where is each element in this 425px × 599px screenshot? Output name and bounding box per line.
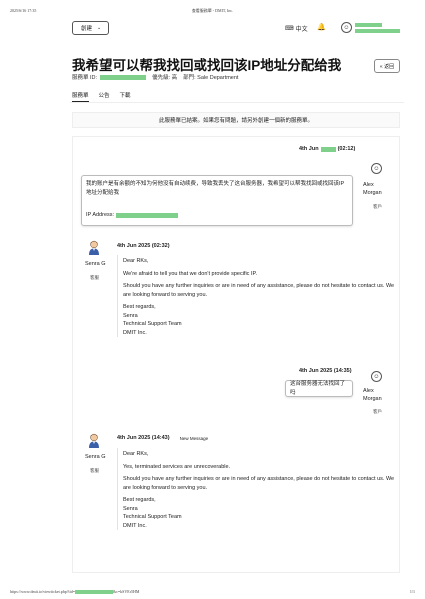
- tab-announcements[interactable]: 公告: [99, 91, 110, 102]
- ticket-id-label: 服務單 ID:: [72, 75, 98, 81]
- customer-role: 客戶: [373, 204, 382, 209]
- reply-greeting: Dear RKs,: [123, 451, 149, 457]
- page-title: 我希望可以帮我找回或找回该IP地址分配给我: [72, 58, 342, 73]
- staff-avatar: [88, 433, 100, 448]
- reply-line: Should you have any further inquiries or…: [123, 476, 395, 491]
- message-body: 这台服务器无法找回了吗: [290, 381, 346, 396]
- language-selector[interactable]: ⌨ 中文: [285, 24, 308, 33]
- customer-name: Alex Morgan: [363, 182, 382, 196]
- tab-divider: [70, 102, 404, 103]
- message-body: 我的账户是有余额的不知为何他没有自动续费，导致我丢失了这台服务器，我希望可以帮我…: [86, 181, 345, 196]
- staff-avatar: [88, 240, 100, 255]
- user-avatar-icon[interactable]: ☺: [341, 22, 352, 33]
- reply-signature: Technical Support Team: [123, 514, 182, 520]
- message-thread: 4th Jun (02:12) 我的账户是有余额的不知为何他没有自动续费，导致我…: [72, 136, 400, 573]
- print-url: https://www.dmit.io/viewticket.php?tid= &…: [10, 589, 140, 595]
- print-url-suffix: &c=kSVEr5HM: [113, 589, 140, 594]
- chevron-down-icon: ⌄: [97, 25, 102, 31]
- language-label: 中文: [295, 27, 308, 33]
- message-timestamp: 4th Jun 2025 (14:35): [299, 368, 352, 374]
- redacted-ticket-param: [75, 590, 113, 595]
- message-timestamp: 4th Jun 2025 (02:32): [117, 243, 170, 249]
- staff-name: Senra G: [85, 261, 106, 267]
- message-timestamp: 4th Jun 2025 (14:43) New Message: [117, 435, 208, 441]
- message-time: (02:12): [337, 146, 356, 152]
- new-message-badge: New Message: [179, 435, 209, 441]
- priority-label: 優先級: 高: [152, 75, 178, 81]
- reply-greeting: Dear RKs,: [123, 258, 149, 264]
- reply-line: Yes, terminated services are unrecoverab…: [123, 463, 231, 470]
- tab-downloads[interactable]: 下載: [120, 91, 131, 102]
- staff-role: 客服: [90, 468, 99, 473]
- create-label: 創建: [81, 26, 93, 32]
- back-button[interactable]: « 返回: [374, 59, 400, 73]
- staff-reply: Dear RKs, We're afraid to tell you that …: [117, 255, 395, 337]
- reply-signature: DMIT Inc.: [123, 522, 147, 529]
- keyboard-icon: ⌨: [285, 26, 294, 32]
- reply-signoff: Best regards,: [123, 497, 156, 503]
- customer-avatar-icon: ☺: [371, 163, 382, 174]
- reply-line: Should you have any further inquiries or…: [123, 283, 395, 298]
- reply-signature: Senra: [123, 312, 138, 319]
- redacted-email: [355, 29, 400, 33]
- reply-signoff: Best regards,: [123, 304, 156, 310]
- ip-address-line: IP Address:: [86, 211, 348, 220]
- message-timestamp: 4th Jun (02:12): [299, 146, 355, 152]
- customer-message-bubble: 这台服务器无法找回了吗: [285, 380, 353, 397]
- reply-signature: Technical Support Team: [123, 321, 182, 327]
- create-dropdown-button[interactable]: 創建 ⌄: [72, 21, 109, 35]
- print-url-prefix: https://www.dmit.io/viewticket.php?tid=: [10, 589, 75, 594]
- ticket-page: 創建 ⌄ ⌨ 中文 🔔 ☺ 我希望可以帮我找回或找回该IP地址分配给我 服務單 …: [70, 18, 404, 578]
- redacted-ticket-id: [100, 74, 147, 80]
- reply-line: We're afraid to tell you that we don't p…: [123, 270, 257, 277]
- department-label: 部門: Sale Department: [183, 75, 239, 81]
- customer-name: Alex Morgan: [363, 388, 382, 402]
- ip-address-label: IP Address:: [86, 212, 115, 218]
- bell-icon[interactable]: 🔔: [317, 23, 326, 31]
- customer-role: 客戶: [373, 409, 382, 414]
- staff-reply: Dear RKs, Yes, terminated services are u…: [117, 448, 395, 530]
- customer-avatar-icon: ☺: [371, 371, 382, 382]
- tab-tickets[interactable]: 服務單: [72, 91, 89, 102]
- message-date: 4th Jun: [299, 146, 319, 152]
- customer-message-bubble: 我的账户是有余额的不知为何他没有自动续费，导致我丢失了这台服务器，我希望可以帮我…: [81, 175, 353, 226]
- redacted-year: [320, 146, 336, 152]
- closed-notice: 此服務單已結案。如果您有問題，請另外創建一個新的服務單。: [72, 112, 400, 128]
- redacted-ip: [116, 212, 179, 218]
- redacted-username: [355, 23, 382, 27]
- ticket-tabs: 服務單 公告 下載: [72, 91, 131, 102]
- message-datetime: 4th Jun 2025 (14:43): [117, 435, 170, 441]
- print-page-number: 1/1: [409, 589, 415, 594]
- reply-signature: Senra: [123, 505, 138, 512]
- reply-signature: DMIT Inc.: [123, 329, 147, 336]
- ticket-meta: 服務單 ID: 優先級: 高 部門: Sale Department: [72, 73, 238, 81]
- print-title: 查看服務單 - DMIT, Inc.: [191, 8, 234, 13]
- staff-name: Senra G: [85, 454, 106, 460]
- staff-role: 客服: [90, 275, 99, 280]
